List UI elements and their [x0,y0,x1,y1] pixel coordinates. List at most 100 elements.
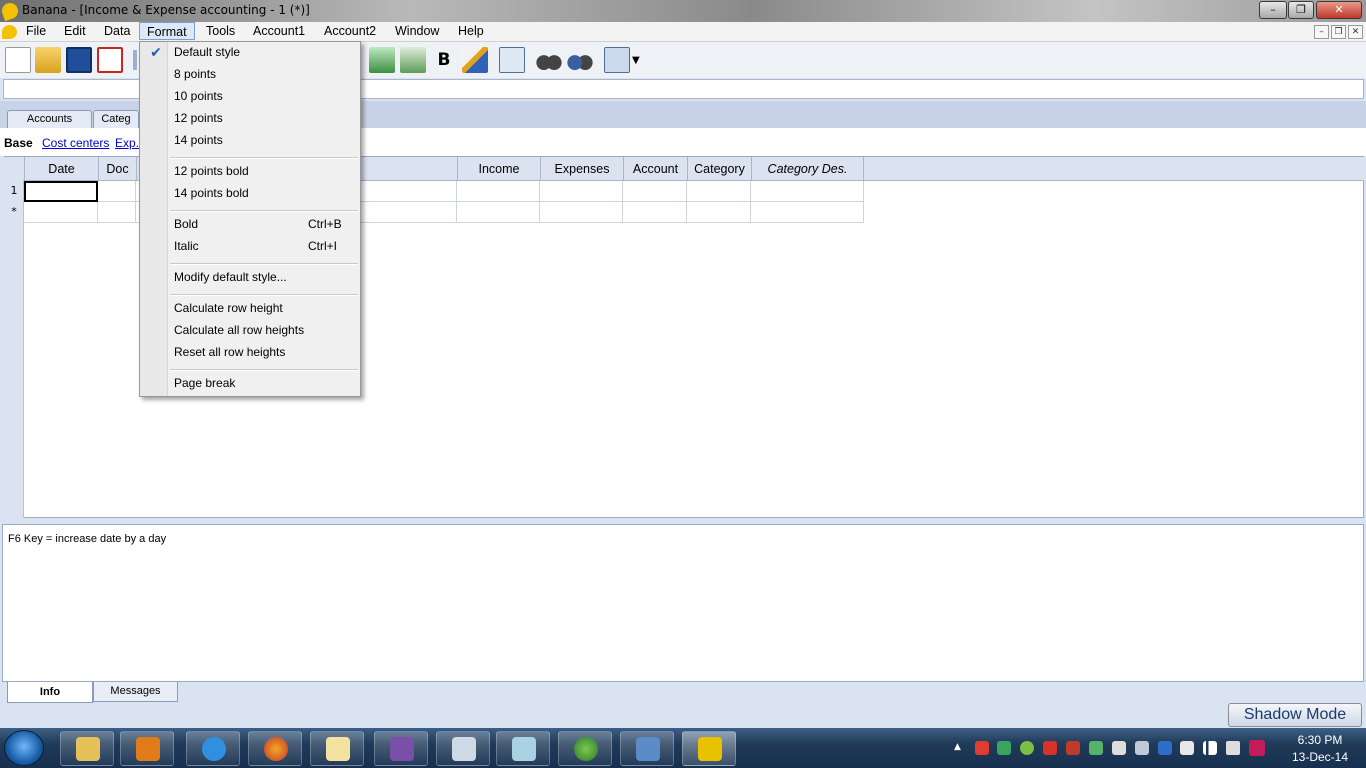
column-doc[interactable]: Doc [98,157,136,181]
menu-file[interactable]: File [19,22,53,40]
tray-network-icon[interactable] [997,741,1011,755]
menu-item-14-points-bold[interactable]: 14 points bold [174,183,249,203]
table-cell[interactable] [98,202,136,223]
tray-security-icon[interactable] [1043,741,1057,755]
menu-item-calculate-all-row-heights[interactable]: Calculate all row heights [174,320,304,340]
find-replace-icon[interactable] [567,47,593,73]
table-cell[interactable] [687,181,751,202]
menu-item-default-style[interactable]: Default style [174,42,240,62]
check-icon[interactable] [499,47,525,73]
row-label-new[interactable]: * [4,202,24,223]
menu-item-modify-default-style[interactable]: Modify default style... [174,267,287,287]
menu-item-8-points[interactable]: 8 points [174,64,216,84]
pdf-icon[interactable] [97,47,123,73]
tray-app-icon[interactable] [975,741,989,755]
table-cell[interactable] [623,181,687,202]
table-cell[interactable] [98,181,136,202]
view-cost-centers[interactable]: Cost centers [42,136,109,150]
menu-account1[interactable]: Account1 [246,22,312,40]
table-cell[interactable] [24,202,98,223]
windows-icon[interactable] [604,47,630,73]
menu-item-12-points-bold[interactable]: 12 points bold [174,161,249,181]
menu-format[interactable]: Format [139,22,195,40]
taskbar-globe[interactable] [558,731,612,766]
maximize-button[interactable]: ❐ [1288,1,1314,19]
mdi-close-button[interactable]: ✕ [1348,25,1363,39]
tray-expand-icon[interactable]: ▲ [954,742,961,752]
view-exp[interactable]: Exp. [115,136,139,150]
taskbar-explorer[interactable] [60,731,114,766]
table-cell[interactable] [751,202,864,223]
taskbar-ruler[interactable] [496,731,550,766]
column-income[interactable]: Income [457,157,540,181]
tray-bluetooth-icon[interactable] [1158,741,1172,755]
taskbar-screen[interactable] [374,731,428,766]
column-date[interactable]: Date [24,157,98,181]
column-category-description[interactable]: Category Des. [751,157,864,181]
tab-info[interactable]: Info [7,682,93,703]
taskbar-firefox[interactable] [248,731,302,766]
delete-row-icon[interactable] [400,47,426,73]
taskbar-banana[interactable] [682,731,736,766]
table-cell[interactable] [540,202,623,223]
clock-time[interactable]: 6:30 PM [1290,733,1350,747]
edit-pencil-icon[interactable] [462,47,488,73]
chevron-down-icon[interactable]: ▼ [632,55,640,66]
menu-help[interactable]: Help [451,22,491,40]
view-base[interactable]: Base [4,136,33,150]
column-category[interactable]: Category [687,157,751,181]
selected-cell[interactable] [24,181,98,202]
menu-item-bold[interactable]: Bold [174,214,198,234]
table-cell[interactable] [457,202,540,223]
tab-messages[interactable]: Messages [93,682,178,702]
tab-accounts[interactable]: Accounts [7,110,92,128]
tray-flag-icon[interactable] [1180,741,1194,755]
table-cell[interactable] [623,202,687,223]
menu-item-10-points[interactable]: 10 points [174,86,223,106]
menu-tools[interactable]: Tools [199,22,242,40]
row-label-1[interactable]: 1 [4,181,24,202]
table-cell[interactable] [540,181,623,202]
menu-item-calculate-row-height[interactable]: Calculate row height [174,298,283,318]
mdi-restore-button[interactable]: ❐ [1331,25,1346,39]
tray-status-icon[interactable] [1020,741,1034,755]
minimize-button[interactable]: – [1259,1,1287,19]
tray-signal-icon[interactable] [1203,741,1217,755]
table-cell[interactable] [687,202,751,223]
open-folder-icon[interactable] [35,47,61,73]
mdi-minimize-button[interactable]: – [1314,25,1329,39]
column-account[interactable]: Account [623,157,687,181]
table-cell[interactable] [751,181,864,202]
bold-icon[interactable]: B [434,47,454,73]
table-cell[interactable] [457,181,540,202]
clock-date[interactable]: 13-Dec-14 [1284,750,1356,764]
menu-data[interactable]: Data [97,22,137,40]
close-button[interactable]: ✕ [1316,1,1362,19]
taskbar-picture[interactable] [620,731,674,766]
tray-update-icon[interactable] [1089,741,1103,755]
tray-pen-icon[interactable] [1112,741,1126,755]
save-icon[interactable] [66,47,92,73]
taskbar-media-player[interactable] [120,731,174,766]
taskbar-notepad[interactable] [310,731,364,766]
tray-volume-icon[interactable] [1226,741,1240,755]
tray-shield-icon[interactable] [1066,741,1080,755]
menu-edit[interactable]: Edit [57,22,93,40]
new-file-icon[interactable] [5,47,31,73]
menu-item-14-points[interactable]: 14 points [174,130,223,150]
taskbar-internet-explorer[interactable] [186,731,240,766]
tray-s-icon[interactable] [1249,740,1265,756]
menu-item-reset-all-row-heights[interactable]: Reset all row heights [174,342,285,362]
insert-row-icon[interactable] [369,47,395,73]
tray-device-icon[interactable] [1135,741,1149,755]
start-button[interactable] [4,730,44,766]
menu-item-italic[interactable]: Italic [174,236,199,256]
taskbar-windows[interactable] [436,731,490,766]
find-icon[interactable] [536,47,562,73]
menu-item-12-points[interactable]: 12 points [174,108,223,128]
menu-window[interactable]: Window [388,22,446,40]
column-expenses[interactable]: Expenses [540,157,623,181]
menu-item-page-break[interactable]: Page break [174,373,235,393]
menu-account2[interactable]: Account2 [317,22,383,40]
tab-categories[interactable]: Categ [93,110,139,128]
